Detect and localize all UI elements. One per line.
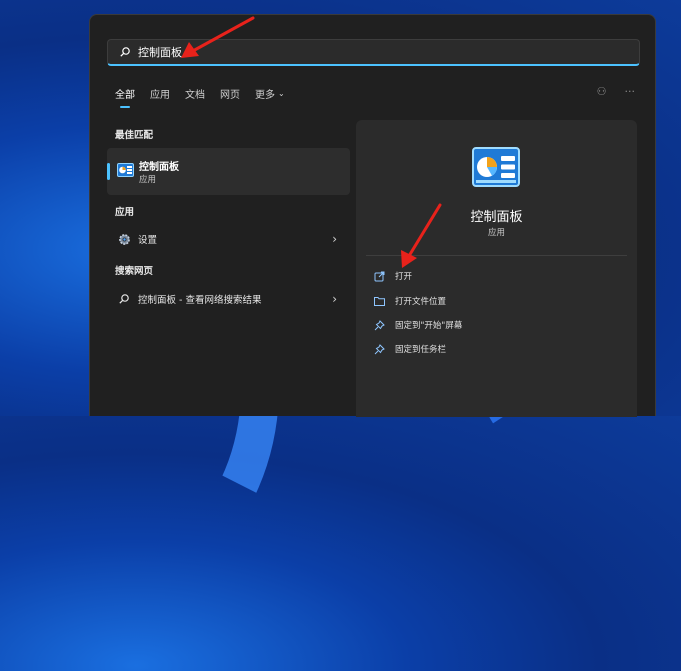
- chevron-right-icon[interactable]: ›: [332, 292, 337, 306]
- tab-more[interactable]: 更多 ⌄: [255, 86, 285, 101]
- search-icon: [117, 292, 131, 306]
- chevron-down-icon: ⌄: [278, 89, 285, 98]
- action-open[interactable]: 打开: [373, 266, 412, 286]
- action-open-label: 打开: [395, 272, 413, 282]
- action-pin-to-start[interactable]: 固定到"开始"屏幕: [373, 315, 462, 335]
- detail-title: 控制面板: [470, 210, 523, 225]
- best-match-title: 控制面板: [139, 162, 179, 173]
- action-open-file-location[interactable]: 打开文件位置: [373, 291, 446, 311]
- web-search-heading: 搜索网页: [115, 266, 154, 277]
- action-open-file-location-label: 打开文件位置: [395, 297, 447, 307]
- result-settings[interactable]: 设置 ›: [107, 226, 350, 252]
- folder-icon: [373, 295, 385, 307]
- tab-more-label: 更多: [255, 90, 275, 101]
- action-pin-to-start-label: 固定到"开始"屏幕: [395, 321, 463, 331]
- tab-all-label: 全部: [115, 90, 135, 101]
- tab-documents-label: 文档: [185, 90, 205, 101]
- profile-icon[interactable]: ⚇: [597, 85, 607, 98]
- detail-subtitle: 应用: [487, 228, 505, 238]
- divider: [366, 255, 627, 256]
- action-pin-to-taskbar-label: 固定到任务栏: [395, 345, 447, 355]
- control-panel-icon: [472, 147, 520, 187]
- control-panel-icon: [117, 163, 134, 177]
- apps-heading: 应用: [115, 207, 135, 218]
- search-input[interactable]: [138, 45, 639, 59]
- best-match-item[interactable]: 控制面板 应用: [107, 148, 350, 195]
- tab-apps-label: 应用: [150, 90, 170, 101]
- tab-apps[interactable]: 应用: [150, 86, 170, 101]
- best-match-subtitle: 应用: [139, 175, 157, 185]
- top-right-icons: ⚇ ···: [597, 85, 635, 98]
- tab-web-label: 网页: [220, 90, 240, 101]
- detail-pane: 控制面板 应用 打开 打开文件位置 固定到"开始"屏幕 固定到任务栏: [356, 120, 637, 417]
- pin-icon: [373, 343, 385, 355]
- result-settings-label: 设置: [138, 235, 158, 246]
- best-match-heading: 最佳匹配: [115, 130, 154, 141]
- search-filter-tabs: 全部 应用 文档 网页 更多 ⌄: [115, 86, 285, 108]
- tab-documents[interactable]: 文档: [185, 86, 205, 101]
- chevron-right-icon[interactable]: ›: [332, 232, 337, 246]
- tab-all[interactable]: 全部: [115, 86, 135, 108]
- action-pin-to-taskbar[interactable]: 固定到任务栏: [373, 339, 446, 359]
- search-box[interactable]: [107, 39, 640, 66]
- pin-icon: [373, 319, 385, 331]
- result-web-search-label: 控制面板 - 查看网络搜索结果: [138, 295, 262, 306]
- selection-indicator: [107, 163, 110, 180]
- search-icon: [120, 47, 130, 57]
- result-web-search[interactable]: 控制面板 - 查看网络搜索结果 ›: [107, 286, 350, 312]
- start-search-panel: 全部 应用 文档 网页 更多⌄ ⚇ ··· 最佳匹配 控制面板 应用 应用: [89, 14, 656, 417]
- gear-icon: [117, 232, 131, 246]
- tab-web[interactable]: 网页: [220, 86, 240, 101]
- open-icon: [373, 270, 385, 282]
- more-options-icon[interactable]: ···: [625, 85, 636, 98]
